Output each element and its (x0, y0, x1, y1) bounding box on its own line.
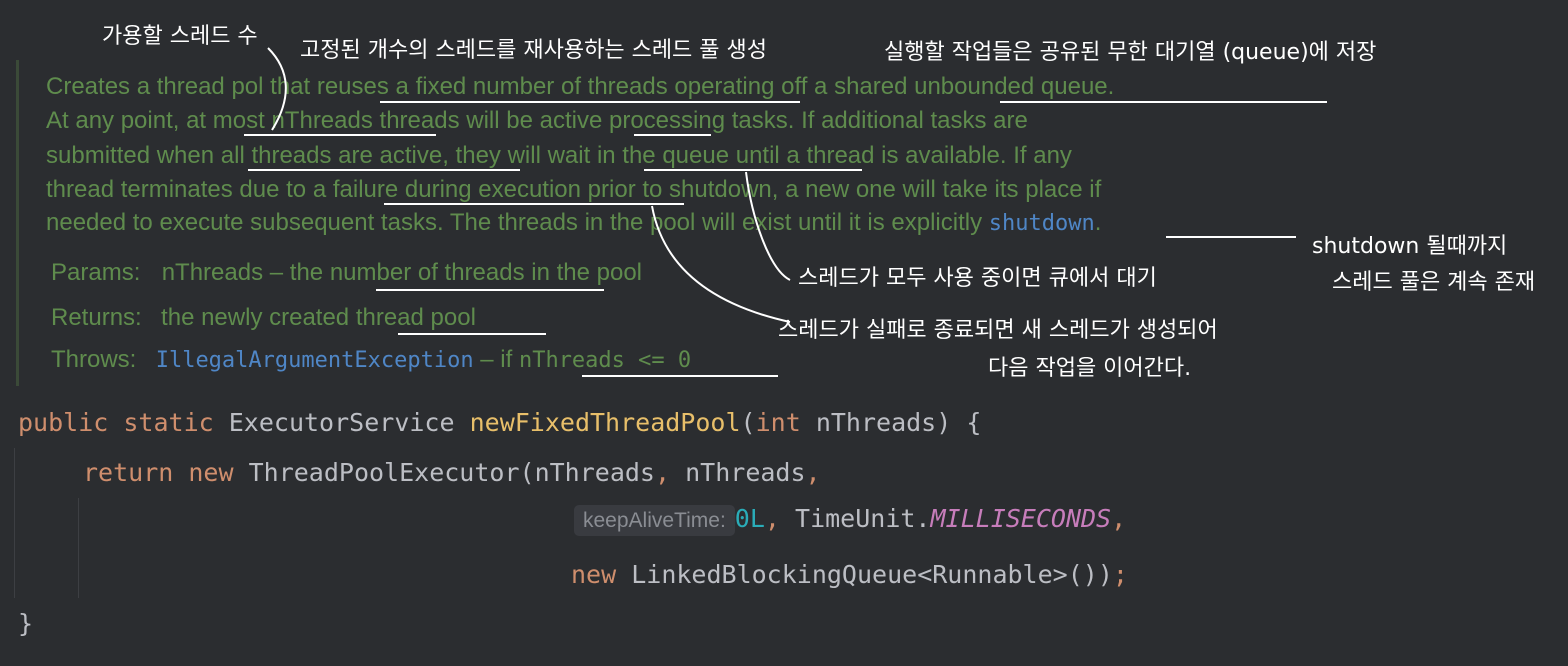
annotation-shutdown-line2: 스레드 풀은 계속 존재 (1332, 270, 1536, 295)
annotation-fixed-pool: 고정된 개수의 스레드를 재사용하는 스레드 풀 생성 (300, 38, 768, 63)
annotation-failure-line1: 스레드가 실패로 종료되면 새 스레드가 생성되어 (778, 318, 1218, 343)
annotation-shutdown-line1: shutdown 될때까지 (1312, 234, 1508, 259)
annotation-unbounded-queue: 실행할 작업들은 공유된 무한 대기열 (queue)에 저장 (884, 40, 1377, 65)
annotation-failure-line2: 다음 작업을 이어간다. (988, 356, 1192, 381)
annotation-available-threads: 가용할 스레드 수 (102, 24, 258, 49)
annotation-wait-queue: 스레드가 모두 사용 중이면 큐에서 대기 (798, 266, 1157, 291)
